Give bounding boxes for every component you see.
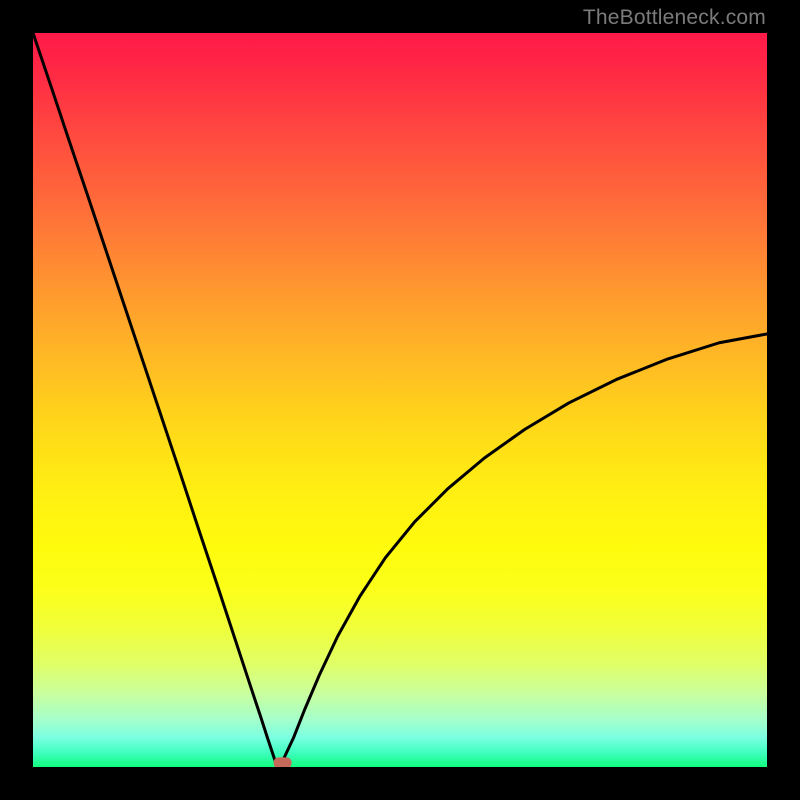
chart-svg	[33, 33, 767, 767]
bottleneck-curve	[33, 33, 767, 765]
plot-area	[33, 33, 767, 767]
minimum-marker	[274, 757, 292, 767]
chart-frame: TheBottleneck.com	[0, 0, 800, 800]
watermark-text: TheBottleneck.com	[583, 6, 766, 30]
